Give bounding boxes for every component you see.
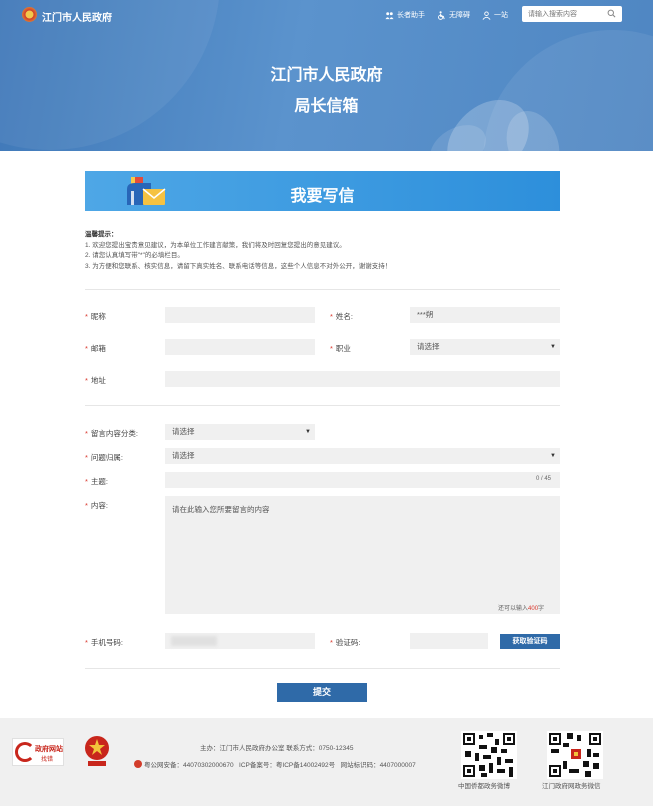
- required-mark: *: [85, 344, 88, 353]
- wheelchair-icon: [437, 10, 446, 20]
- search-icon[interactable]: [607, 9, 616, 18]
- name-label: * 姓名:: [330, 312, 354, 321]
- accessible-button[interactable]: 无障碍: [437, 10, 470, 20]
- required-mark: *: [85, 312, 88, 321]
- name-field[interactable]: ***朔: [410, 307, 560, 323]
- captcha-field[interactable]: [410, 633, 488, 649]
- address-field[interactable]: [165, 371, 560, 387]
- weibo-caption: 中国侨都政务微博: [458, 783, 510, 790]
- banner-title: 我要写信: [290, 188, 355, 205]
- subject-label: * 主题:: [85, 477, 109, 486]
- subject-counter: 0 / 45: [536, 476, 552, 482]
- notice-line: 1. 欢迎您提出宝贵意见建议，为本单位工作建言献策，我们将及时回复您提出的意见建…: [85, 241, 346, 249]
- required-mark: *: [330, 638, 333, 647]
- search-input[interactable]: [522, 6, 602, 22]
- notice-block: 温馨提示： 1. 欢迎您提出宝贵意见建议，为本单位工作建言献策，我们将及时回复您…: [85, 230, 560, 272]
- police-emblem-icon: [134, 760, 142, 768]
- get-code-button[interactable]: 获取验证码: [500, 634, 560, 649]
- user-icon: [482, 10, 491, 20]
- address-label: * 地址: [85, 376, 106, 385]
- content-label: * 内容:: [85, 501, 109, 510]
- search-box: [522, 6, 622, 22]
- phone-field[interactable]: [165, 633, 315, 649]
- notice-line: 2. 请您认真填写带"*"的必填栏目。: [85, 252, 184, 259]
- occupation-select[interactable]: 请选择 ▼: [410, 339, 560, 355]
- footer-records: 粤公网安备：44070302000670 ICP备案号：粤ICP备1400249…: [134, 759, 416, 769]
- topic-select[interactable]: 请选择 ▼: [165, 448, 560, 464]
- hero-subtitle: 局长信箱: [294, 98, 359, 115]
- email-label: * 邮箱: [85, 344, 106, 353]
- required-mark: *: [85, 453, 88, 462]
- national-emblem-icon[interactable]: [22, 7, 37, 22]
- top-bar: 江门市人民政府 长者助手 无障碍 一站: [0, 0, 653, 30]
- required-mark: *: [330, 344, 333, 353]
- content-textarea[interactable]: 请在此输入您所要留言的内容: [165, 496, 560, 614]
- badge-ring-icon: [15, 742, 35, 762]
- nickname-label: * 昵称: [85, 312, 106, 321]
- category-label: * 留言内容分类:: [85, 429, 139, 438]
- wechat-caption: 江门政府网政务微信: [542, 783, 601, 790]
- submit-button[interactable]: 提交: [277, 683, 367, 702]
- divider: [85, 405, 560, 406]
- captcha-label: * 验证码:: [330, 638, 361, 647]
- required-mark: *: [85, 501, 88, 510]
- required-mark: *: [85, 638, 88, 647]
- write-letter-banner: 我要写信: [85, 171, 560, 211]
- elder-mode-button[interactable]: 长者助手: [385, 10, 425, 20]
- blurred-phone: [171, 636, 217, 646]
- required-mark: *: [85, 429, 88, 438]
- notice-heading: 温馨提示：: [85, 231, 118, 238]
- email-field[interactable]: [165, 339, 315, 355]
- divider: [85, 668, 560, 669]
- dropdown-arrow-icon: ▼: [550, 453, 556, 459]
- user-login-button[interactable]: 一站: [482, 10, 508, 20]
- wechat-qr-code-icon: [547, 731, 603, 779]
- elder-mode-label: 长者助手: [397, 12, 425, 19]
- phone-label: * 手机号码:: [85, 638, 124, 647]
- occupation-label: * 职业: [330, 344, 351, 353]
- hero-title: 江门市人民政府: [270, 67, 383, 84]
- required-mark: *: [85, 477, 88, 486]
- content-counter: 还可以输入400字: [498, 606, 545, 612]
- footer-host: 主办：江门市人民政府办公室 联系方式：0750-12345: [200, 745, 354, 752]
- required-mark: *: [330, 312, 333, 321]
- weibo-qr-code-icon: [461, 731, 517, 779]
- accessible-label: 无障碍: [449, 12, 470, 19]
- subject-field[interactable]: [165, 472, 560, 488]
- category-select[interactable]: 请选择 ▼: [165, 424, 315, 440]
- elder-icon: [385, 11, 394, 20]
- divider: [85, 289, 560, 290]
- user-login-label: 一站: [494, 12, 508, 19]
- site-name[interactable]: 江门市人民政府: [42, 9, 112, 24]
- required-mark: *: [85, 376, 88, 385]
- nickname-field[interactable]: [165, 307, 315, 323]
- dropdown-arrow-icon: ▼: [305, 429, 311, 435]
- party-gov-emblem-icon[interactable]: [84, 735, 110, 767]
- dropdown-arrow-icon: ▼: [550, 344, 556, 350]
- topic-label: * 问题归属:: [85, 453, 124, 462]
- gov-site-error-badge[interactable]: 政府网站 找错: [12, 738, 64, 766]
- notice-line: 3. 为方便和您联系、核实信息，请留下真实姓名、联系电话等信息，这些个人信息不对…: [85, 262, 392, 270]
